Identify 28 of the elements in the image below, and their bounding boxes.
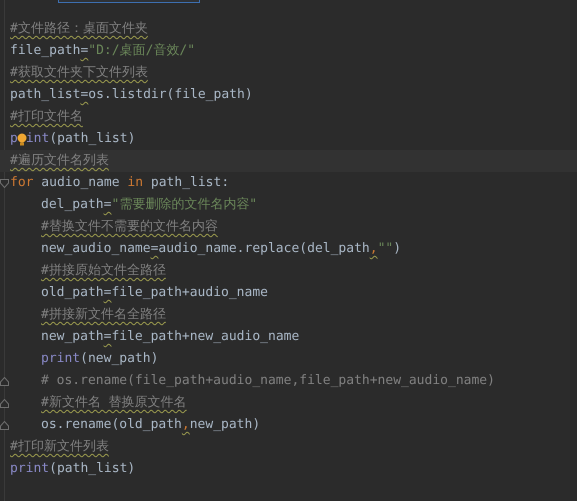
code-comment: #替换文件不需要的文件名内容: [41, 218, 218, 236]
code-comment: #打印新文件列表: [10, 438, 109, 456]
code-line: p: [10, 130, 18, 148]
code-line: print(new_path): [41, 350, 158, 368]
code-line: path_list=os.listdir(file_path): [10, 86, 253, 104]
code-comment: #拼接新文件名全路径: [41, 306, 166, 324]
code-line: int(path_list): [26, 130, 136, 148]
code-line: for audio_name in path_list:: [10, 174, 230, 192]
code-line: new_path=file_path+new_audio_name: [41, 328, 300, 346]
code-line: del_path="需要删除的文件名内容": [41, 196, 258, 214]
fold-marker-icon[interactable]: [0, 398, 9, 408]
code-comment: #拼接原始文件全路径: [41, 262, 166, 280]
code-line: old_path=file_path+audio_name: [41, 284, 268, 302]
code-line: os.rename(old_path,new_path): [41, 416, 260, 434]
fold-marker-icon[interactable]: [0, 178, 9, 188]
code-line: new_audio_name=audio_name.replace(del_path,""): [41, 240, 402, 258]
code-line: print(path_list): [10, 460, 136, 478]
code-comment: #遍历文件名列表: [10, 152, 109, 170]
search-field[interactable]: [58, 0, 200, 3]
code-comment: #打印文件名: [10, 108, 83, 126]
code-comment: #新文件名 替换原文件名: [41, 394, 187, 412]
lightbulb-icon[interactable]: [16, 132, 27, 146]
code-comment: # os.rename(file_path+audio_name,file_path+new_audio_name): [41, 372, 495, 390]
code-line: file_path="D:/桌面/音效/": [10, 42, 196, 60]
code-comment: #文件路径：桌面文件夹: [10, 20, 148, 38]
code-comment: #获取文件夹下文件列表: [10, 64, 148, 82]
fold-marker-icon[interactable]: [0, 420, 9, 430]
fold-marker-icon[interactable]: [0, 376, 9, 386]
